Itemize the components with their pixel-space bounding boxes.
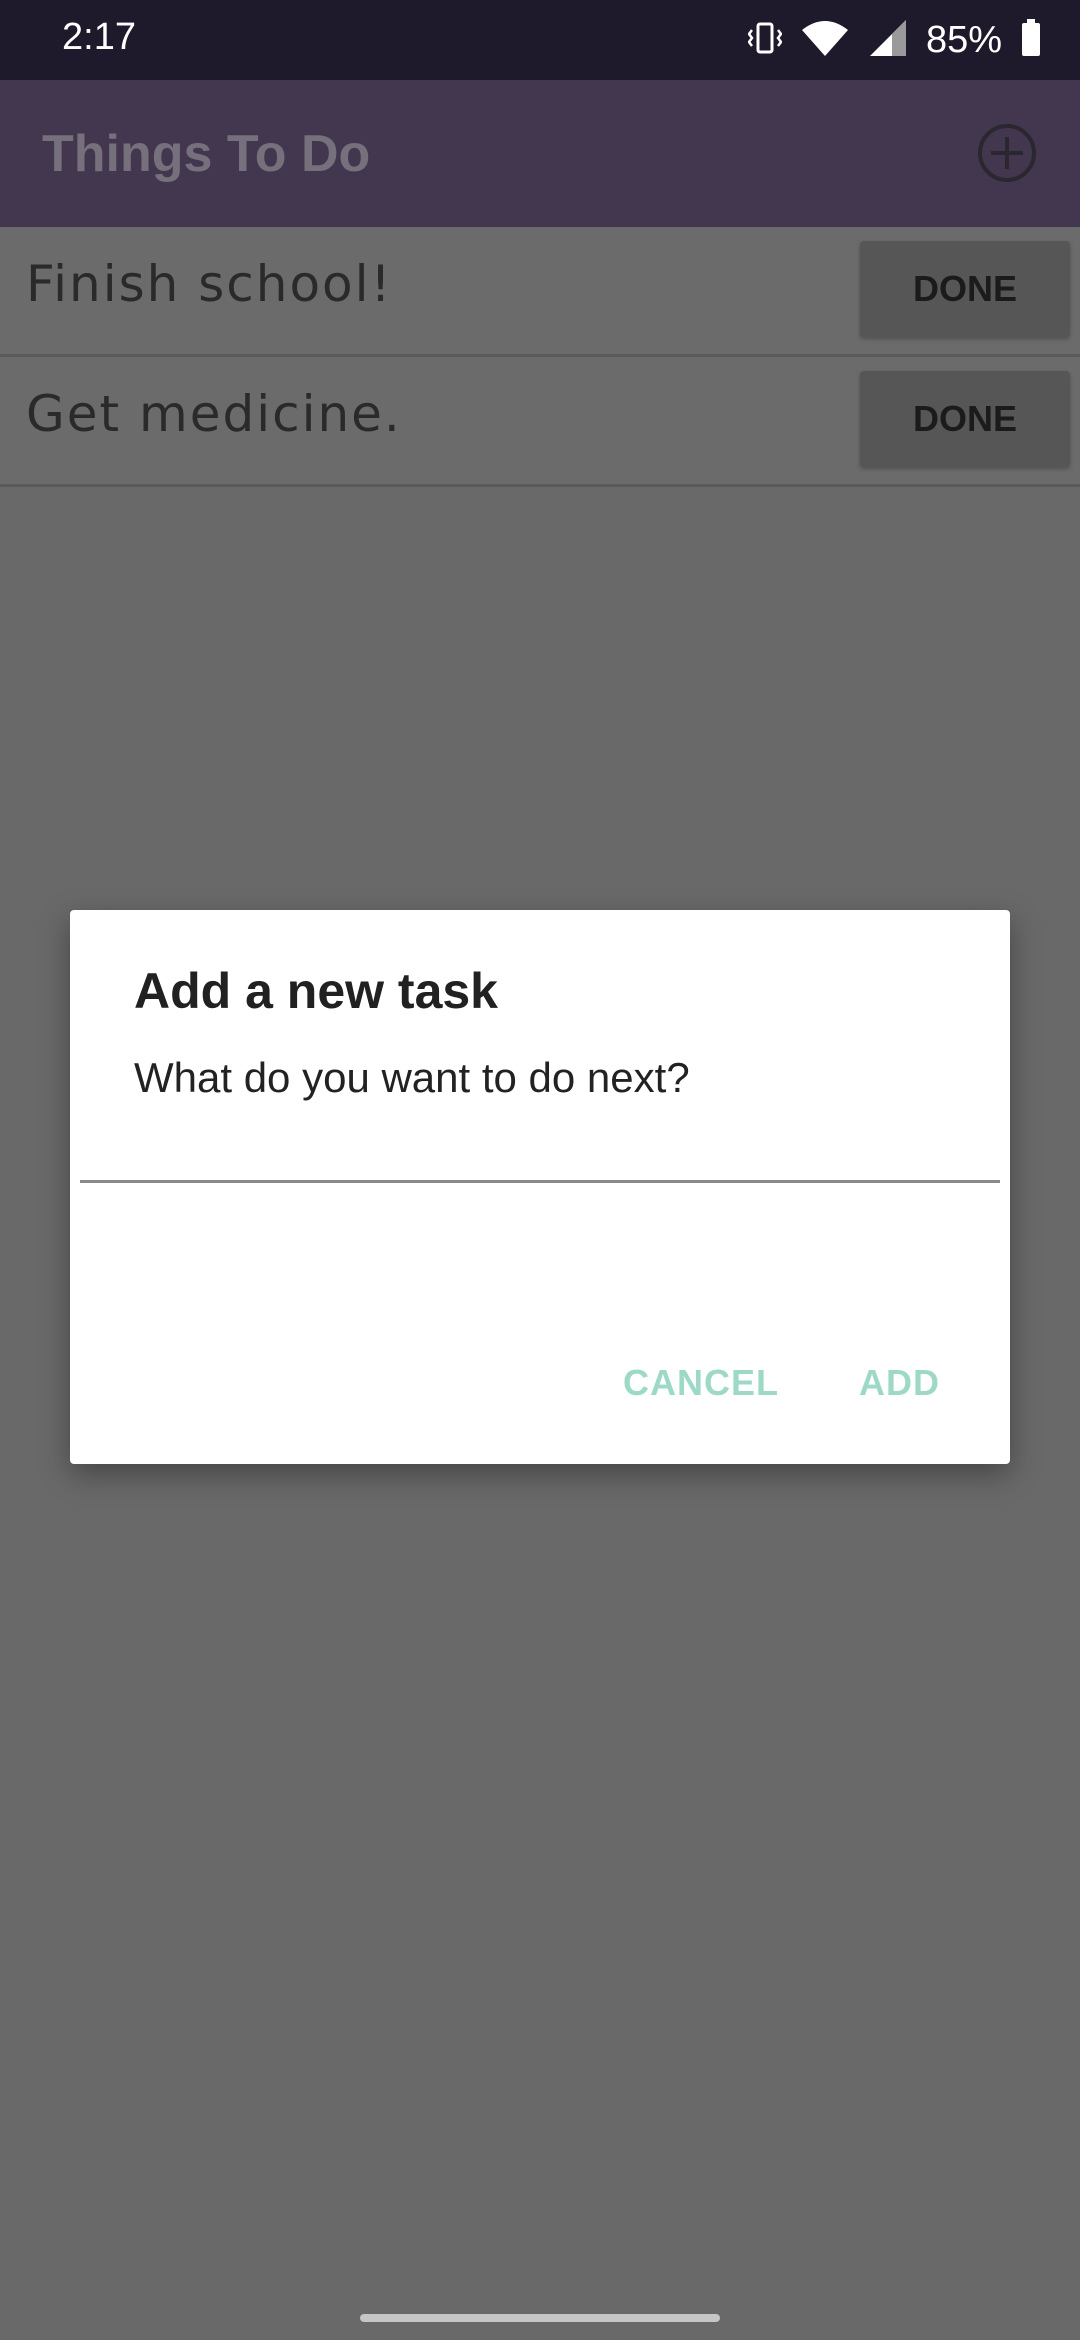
battery-icon: [1020, 18, 1042, 63]
task-list: Finish school! DONE Get medicine. DONE: [0, 227, 1080, 487]
signal-icon: [868, 18, 908, 63]
status-time: 2:17: [62, 16, 136, 58]
gesture-nav-handle[interactable]: [360, 2314, 720, 2322]
task-text: Finish school!: [26, 255, 393, 313]
done-button[interactable]: DONE: [860, 371, 1070, 467]
vibrate-icon: [747, 18, 783, 63]
done-button[interactable]: DONE: [860, 241, 1070, 337]
status-bar: 2:17 85%: [0, 0, 1080, 80]
add-circle-icon[interactable]: [976, 122, 1038, 184]
dialog-actions: CANCEL ADD: [623, 1362, 940, 1404]
dialog-message: What do you want to do next?: [134, 1054, 690, 1101]
app-title: Things To Do: [42, 125, 371, 183]
add-task-dialog: Add a new task What do you want to do ne…: [70, 910, 1010, 1464]
dialog-title: Add a new task: [134, 963, 498, 1019]
task-input[interactable]: [80, 1130, 1000, 1183]
app-bar: Things To Do: [0, 80, 1080, 227]
battery-percent: 85%: [925, 18, 1002, 61]
add-button[interactable]: ADD: [859, 1362, 940, 1404]
cancel-button[interactable]: CANCEL: [623, 1362, 779, 1404]
task-text: Get medicine.: [26, 385, 402, 443]
list-item: Get medicine. DONE: [0, 357, 1080, 487]
wifi-icon: [800, 18, 850, 63]
status-icons: 85%: [747, 14, 1042, 66]
list-item: Finish school! DONE: [0, 227, 1080, 357]
